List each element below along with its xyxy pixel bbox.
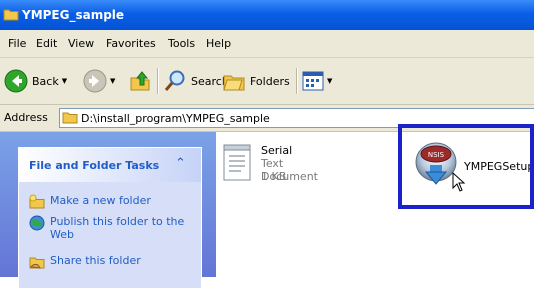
title-bar: YMPEG_sample: [0, 0, 534, 30]
forward-arrow-icon: [83, 69, 107, 93]
collapse-chevron-icon[interactable]: ⌃: [175, 156, 186, 171]
task-publish-web[interactable]: Publish this folder to the Web: [29, 215, 190, 241]
folders-label: Folders: [250, 74, 290, 88]
file-folder-tasks-panel: File and Folder Tasks ⌃ Make a new folde…: [18, 147, 202, 289]
up-folder-button[interactable]: [128, 66, 152, 96]
file-name: Serial: [261, 144, 293, 157]
menu-file[interactable]: File: [8, 37, 26, 50]
back-dropdown-icon[interactable]: ▼: [62, 77, 67, 85]
task-pane: File and Folder Tasks ⌃ Make a new folde…: [0, 132, 216, 289]
menu-bar: File Edit View Favorites Tools Help: [0, 30, 534, 58]
folders-button[interactable]: Folders: [222, 66, 290, 96]
folder-icon: [3, 9, 19, 21]
task-make-new-folder[interactable]: Make a new folder: [29, 194, 190, 210]
forward-dropdown-icon[interactable]: ▼: [110, 77, 115, 85]
share-folder-icon: [29, 257, 45, 269]
publish-web-icon: [29, 215, 45, 231]
back-arrow-icon: [4, 69, 28, 93]
standard-toolbar: Back ▼ ▼ Search Folders ▼: [0, 58, 534, 105]
window-title: YMPEG_sample: [22, 8, 125, 22]
menu-help[interactable]: Help: [206, 37, 231, 50]
panel-header[interactable]: File and Folder Tasks ⌃: [19, 148, 201, 182]
new-folder-icon: [29, 194, 45, 209]
views-icon: [302, 71, 324, 91]
folders-icon: [223, 75, 245, 91]
task-share-folder[interactable]: Share this folder: [29, 254, 190, 270]
folder-icon: [62, 112, 78, 124]
highlight-box: [398, 124, 534, 209]
menu-favorites[interactable]: Favorites: [106, 37, 156, 50]
panel-title: File and Folder Tasks: [29, 159, 160, 172]
file-size: 1 KB: [261, 170, 287, 183]
back-label: Back: [32, 74, 59, 88]
toolbar-separator: [157, 68, 159, 94]
menu-edit[interactable]: Edit: [36, 37, 57, 50]
back-button[interactable]: Back ▼: [4, 66, 67, 96]
menu-tools[interactable]: Tools: [168, 37, 195, 50]
up-folder-icon: [130, 71, 150, 91]
address-label: Address: [4, 111, 48, 124]
address-path: D:\install_program\YMPEG_sample: [81, 112, 270, 125]
task-label: Publish this folder to the Web: [50, 215, 185, 241]
views-dropdown-icon[interactable]: ▼: [327, 77, 332, 85]
task-label: Share this folder: [50, 254, 141, 267]
text-document-icon: [223, 144, 251, 181]
forward-button[interactable]: ▼: [83, 66, 115, 96]
file-item-serial[interactable]: Serial Text Document 1 KB: [221, 142, 341, 192]
search-icon: [164, 70, 185, 91]
search-button[interactable]: Search: [163, 66, 229, 96]
toolbar-separator: [296, 68, 298, 94]
menu-view[interactable]: View: [68, 37, 94, 50]
views-button[interactable]: ▼: [302, 66, 332, 96]
task-label: Make a new folder: [50, 194, 151, 207]
